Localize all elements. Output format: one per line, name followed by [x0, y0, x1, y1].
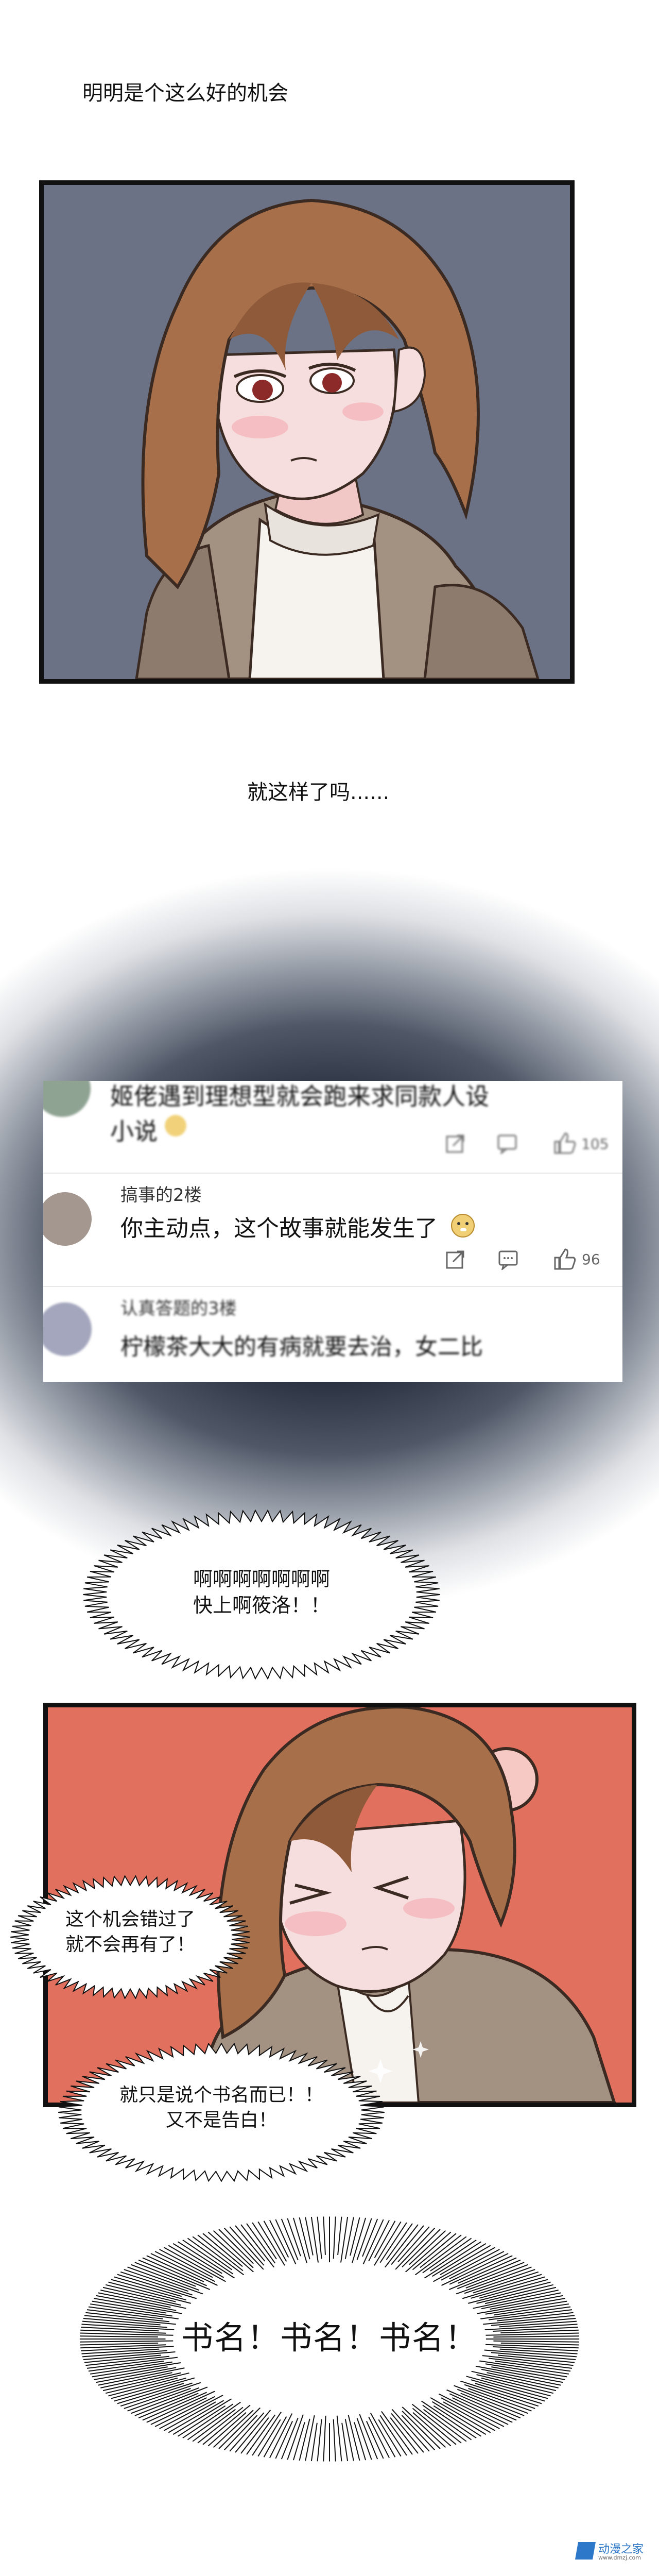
doge-emoji-icon [165, 1115, 186, 1137]
panel-girl-grey [39, 180, 575, 684]
comment-username: 认真答题的3楼 [120, 1298, 237, 1319]
bubble-line: 就只是说个书名而已！！ [119, 2084, 323, 2106]
girl-illustration-1 [44, 185, 570, 679]
comment-screenshot: 姬佬遇到理想型就会跑来求同款人设 小说 105 搞事的2楼 你主动点，这个故事就… [43, 1081, 622, 1382]
like-count: 96 [582, 1251, 600, 1268]
caption-middle: 就这样了吗...... [247, 781, 390, 804]
watermark: 动漫之家 www.dmzj.com [575, 2540, 654, 2567]
shout-speech-bubble: 书名！书名！书名！ [77, 2215, 582, 2463]
comment-text: 小说 [110, 1117, 158, 1145]
comment-text: 你主动点，这个故事就能发生了 [120, 1215, 438, 1242]
thumbs-up-icon[interactable] [553, 1247, 577, 1271]
comment-text: 姬佬遇到理想型就会跑来求同款人设 [110, 1082, 489, 1110]
watermark-logo-icon [575, 2542, 596, 2560]
share-icon [446, 1134, 464, 1153]
comment-username: 搞事的2楼 [120, 1185, 202, 1206]
avatar [43, 1192, 92, 1246]
doge-emoji-icon [451, 1214, 475, 1238]
like-count: 105 [581, 1136, 609, 1153]
bubble-line: 又不是告白！ [165, 2109, 277, 2131]
comment-icon[interactable] [497, 1248, 519, 1270]
watermark-url: www.dmzj.com [598, 2554, 641, 2561]
thumbs-up-icon [554, 1132, 576, 1154]
bubble-line: 就不会再有了！ [65, 1934, 195, 1955]
share-icon[interactable] [445, 1248, 466, 1270]
bubble-line: 啊啊啊啊啊啊啊 [193, 1568, 330, 1590]
bubble-line: 快上啊筱洛！！ [193, 1594, 330, 1617]
comment-item: 认真答题的3楼 柠檬茶大大的有病就要去治，女二比 [43, 1287, 622, 1382]
missed-chance-speech-bubble: 这个机会错过了 就不会再有了！ [9, 1875, 251, 1999]
comment-icon [497, 1134, 517, 1154]
caption-top: 明明是个这么好的机会 [82, 81, 288, 105]
shout-text: 书名！书名！书名！ [181, 2319, 478, 2357]
comment-item: 搞事的2楼 你主动点，这个故事就能发生了 96 [43, 1174, 622, 1282]
comment-item: 姬佬遇到理想型就会跑来求同款人设 小说 105 [43, 1081, 622, 1174]
avatar [43, 1302, 92, 1356]
just-title-speech-bubble: 就只是说个书名而已！！ 又不是告白！ [57, 2042, 386, 2182]
avatar [43, 1081, 91, 1117]
scream-speech-bubble: 啊啊啊啊啊啊啊 快上啊筱洛！！ [81, 1509, 442, 1680]
comment-text: 柠檬茶大大的有病就要去治，女二比 [120, 1334, 483, 1360]
bubble-line: 这个机会错过了 [65, 1909, 195, 1930]
